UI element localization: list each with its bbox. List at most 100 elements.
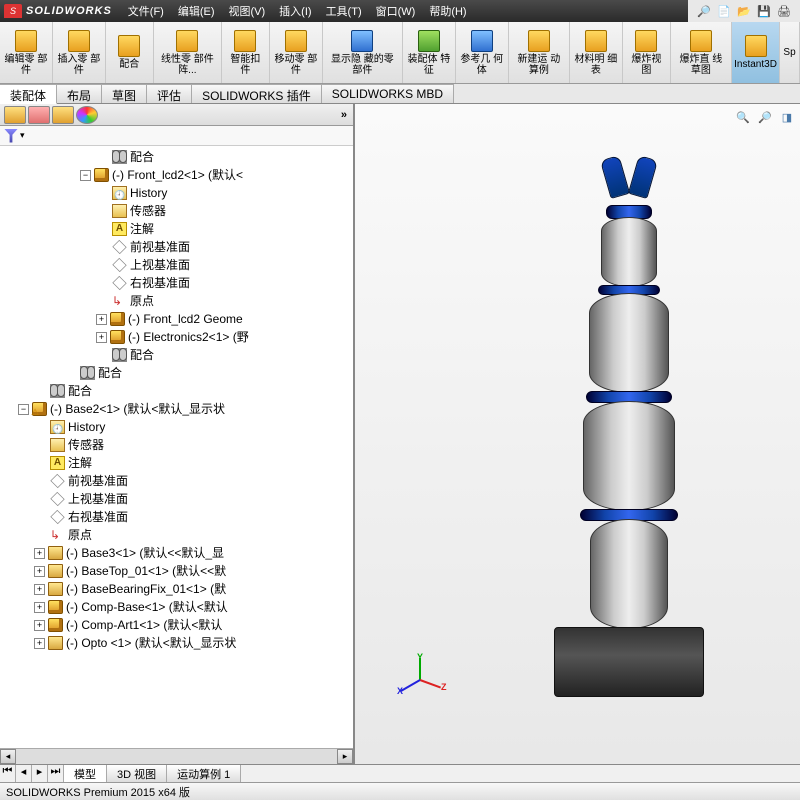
tree-node-origin[interactable]: 原点 — [0, 292, 353, 310]
ribbon-explode-line[interactable]: 爆炸直 线草图 — [671, 22, 732, 83]
tree-node-mate[interactable]: 配合 — [0, 364, 353, 382]
tree-node-basebearing[interactable]: +(-) BaseBearingFix_01<1> (默 — [0, 580, 353, 598]
status-text: SOLIDWORKS Premium 2015 x64 版 — [6, 787, 190, 799]
tree-node-front-plane[interactable]: 前视基准面 — [0, 238, 353, 256]
ribbon-asm-feature[interactable]: 装配体 特征 — [403, 22, 456, 83]
tab-prev-icon[interactable]: ◂ — [16, 765, 32, 782]
search-icon[interactable]: 🔎 — [694, 5, 714, 18]
zoom-fit-icon[interactable]: 🔍 — [734, 108, 752, 126]
tree-node-mate[interactable]: 配合 — [0, 382, 353, 400]
ribbon-bom[interactable]: 材料明 细表 — [570, 22, 623, 83]
tree-node-right-plane[interactable]: 右视基准面 — [0, 508, 353, 526]
tab-sketch[interactable]: 草图 — [102, 84, 147, 103]
tab-evaluate[interactable]: 评估 — [147, 84, 192, 103]
menu-tools[interactable]: 工具(T) — [326, 3, 362, 19]
tree-node-electronics2[interactable]: +(-) Electronics2<1> (野 — [0, 328, 353, 346]
origin-icon — [50, 528, 65, 542]
expand-icon[interactable]: + — [34, 548, 45, 559]
filter-dropdown-icon[interactable]: ▾ — [20, 130, 25, 141]
tree-tab-appearance-icon[interactable] — [76, 106, 98, 124]
tree-node-sensors[interactable]: 传感器 — [0, 436, 353, 454]
tree-node-mate[interactable]: 配合 — [0, 346, 353, 364]
collapse-icon[interactable]: − — [80, 170, 91, 181]
robot-arm-model — [544, 157, 714, 697]
tab-mbd[interactable]: SOLIDWORKS MBD — [322, 84, 454, 103]
graphics-viewport[interactable]: 🔍 🔎 ◨ Y Z X — [355, 104, 800, 764]
tree-node-sensors[interactable]: 传感器 — [0, 202, 353, 220]
feature-tree[interactable]: 配合 −(-) Front_lcd2<1> (默认< History 传感器 A… — [0, 146, 353, 748]
title-bar: S SOLIDWORKS 文件(F) 编辑(E) 视图(V) 插入(I) 工具(… — [0, 0, 800, 22]
tab-addins[interactable]: SOLIDWORKS 插件 — [192, 84, 322, 103]
tree-expand-button[interactable]: » — [341, 109, 347, 121]
menu-file[interactable]: 文件(F) — [128, 3, 164, 19]
print-icon[interactable]: 🖨 — [774, 5, 794, 18]
tree-tab-config-icon[interactable] — [52, 106, 74, 124]
expand-icon[interactable]: + — [96, 314, 107, 325]
menu-window[interactable]: 窗口(W) — [376, 3, 416, 19]
expand-icon[interactable]: + — [96, 332, 107, 343]
expand-icon[interactable]: + — [34, 566, 45, 577]
bottom-tab-motion[interactable]: 运动算例 1 — [167, 765, 241, 782]
save-icon[interactable]: 💾 — [754, 5, 774, 18]
ribbon-instant3d[interactable]: Instant3D — [732, 22, 780, 83]
new-icon[interactable]: 📄 — [714, 5, 734, 18]
expand-icon[interactable]: + — [34, 584, 45, 595]
tree-node-front-plane[interactable]: 前视基准面 — [0, 472, 353, 490]
menu-edit[interactable]: 编辑(E) — [178, 3, 215, 19]
menu-help[interactable]: 帮助(H) — [429, 3, 466, 19]
scroll-right-icon[interactable]: ▸ — [337, 749, 353, 764]
tree-node-annotations[interactable]: A注解 — [0, 454, 353, 472]
tree-tab-feature-icon[interactable] — [4, 106, 26, 124]
tree-label: 传感器 — [130, 202, 166, 220]
ribbon-linear-pattern[interactable]: 线性零 部件阵... — [154, 22, 222, 83]
zoom-area-icon[interactable]: 🔎 — [756, 108, 774, 126]
scroll-track[interactable] — [16, 749, 337, 764]
tree-hscrollbar[interactable]: ◂ ▸ — [0, 748, 353, 764]
ribbon-sp[interactable]: Sp — [780, 22, 800, 83]
ribbon-mate[interactable]: 配合 — [106, 22, 154, 83]
tree-node-basetop[interactable]: +(-) BaseTop_01<1> (默认<<默 — [0, 562, 353, 580]
tree-node-compart[interactable]: +(-) Comp-Art1<1> (默认<默认 — [0, 616, 353, 634]
ribbon-edit-part[interactable]: 编辑零 部件 — [0, 22, 53, 83]
ribbon-ref-geom[interactable]: 参考几 何体 — [456, 22, 509, 83]
ribbon-new-motion[interactable]: 新建运 动算例 — [509, 22, 570, 83]
bottom-tab-3dview[interactable]: 3D 视图 — [107, 765, 167, 782]
tree-tab-property-icon[interactable] — [28, 106, 50, 124]
ribbon-insert-part[interactable]: 插入零 部件 — [53, 22, 106, 83]
tree-node-history[interactable]: History — [0, 184, 353, 202]
tab-layout[interactable]: 布局 — [57, 84, 102, 103]
collapse-icon[interactable]: − — [18, 404, 29, 415]
open-icon[interactable]: 📂 — [734, 5, 754, 18]
tree-node-origin[interactable]: 原点 — [0, 526, 353, 544]
menu-view[interactable]: 视图(V) — [229, 3, 266, 19]
expand-icon[interactable]: + — [34, 602, 45, 613]
tree-node-top-plane[interactable]: 上视基准面 — [0, 256, 353, 274]
view-orient-icon[interactable]: ◨ — [778, 108, 796, 126]
ribbon-smart-fastener[interactable]: 智能扣 件 — [222, 22, 270, 83]
expand-icon[interactable]: + — [34, 620, 45, 631]
tab-last-icon[interactable]: ⏭ — [48, 765, 64, 782]
expand-icon[interactable]: + — [34, 638, 45, 649]
ribbon-move-part[interactable]: 移动零 部件 — [270, 22, 323, 83]
tree-node-mate[interactable]: 配合 — [0, 148, 353, 166]
scroll-left-icon[interactable]: ◂ — [0, 749, 16, 764]
ribbon-exploded[interactable]: 爆炸视 图 — [623, 22, 671, 83]
ribbon-show-hidden[interactable]: 显示隐 藏的零 部件 — [323, 22, 403, 83]
filter-icon[interactable] — [4, 129, 18, 143]
tree-node-base2[interactable]: −(-) Base2<1> (默认<默认_显示状 — [0, 400, 353, 418]
tree-node-base3[interactable]: +(-) Base3<1> (默认<<默认_显 — [0, 544, 353, 562]
tree-label: 原点 — [68, 526, 92, 544]
tree-node-annotations[interactable]: A注解 — [0, 220, 353, 238]
tree-node-top-plane[interactable]: 上视基准面 — [0, 490, 353, 508]
tree-node-right-plane[interactable]: 右视基准面 — [0, 274, 353, 292]
tree-node-history[interactable]: History — [0, 418, 353, 436]
tree-node-front-lcd2-geom[interactable]: +(-) Front_lcd2 Geome — [0, 310, 353, 328]
tree-node-opto[interactable]: +(-) Opto <1> (默认<默认_显示状 — [0, 634, 353, 652]
tab-first-icon[interactable]: ⏮ — [0, 765, 16, 782]
bottom-tab-model[interactable]: 模型 — [64, 765, 107, 782]
tab-next-icon[interactable]: ▸ — [32, 765, 48, 782]
menu-insert[interactable]: 插入(I) — [279, 3, 311, 19]
tree-node-front-lcd2[interactable]: −(-) Front_lcd2<1> (默认< — [0, 166, 353, 184]
tab-assembly[interactable]: 装配体 — [0, 84, 57, 104]
tree-node-compbase[interactable]: +(-) Comp-Base<1> (默认<默认 — [0, 598, 353, 616]
